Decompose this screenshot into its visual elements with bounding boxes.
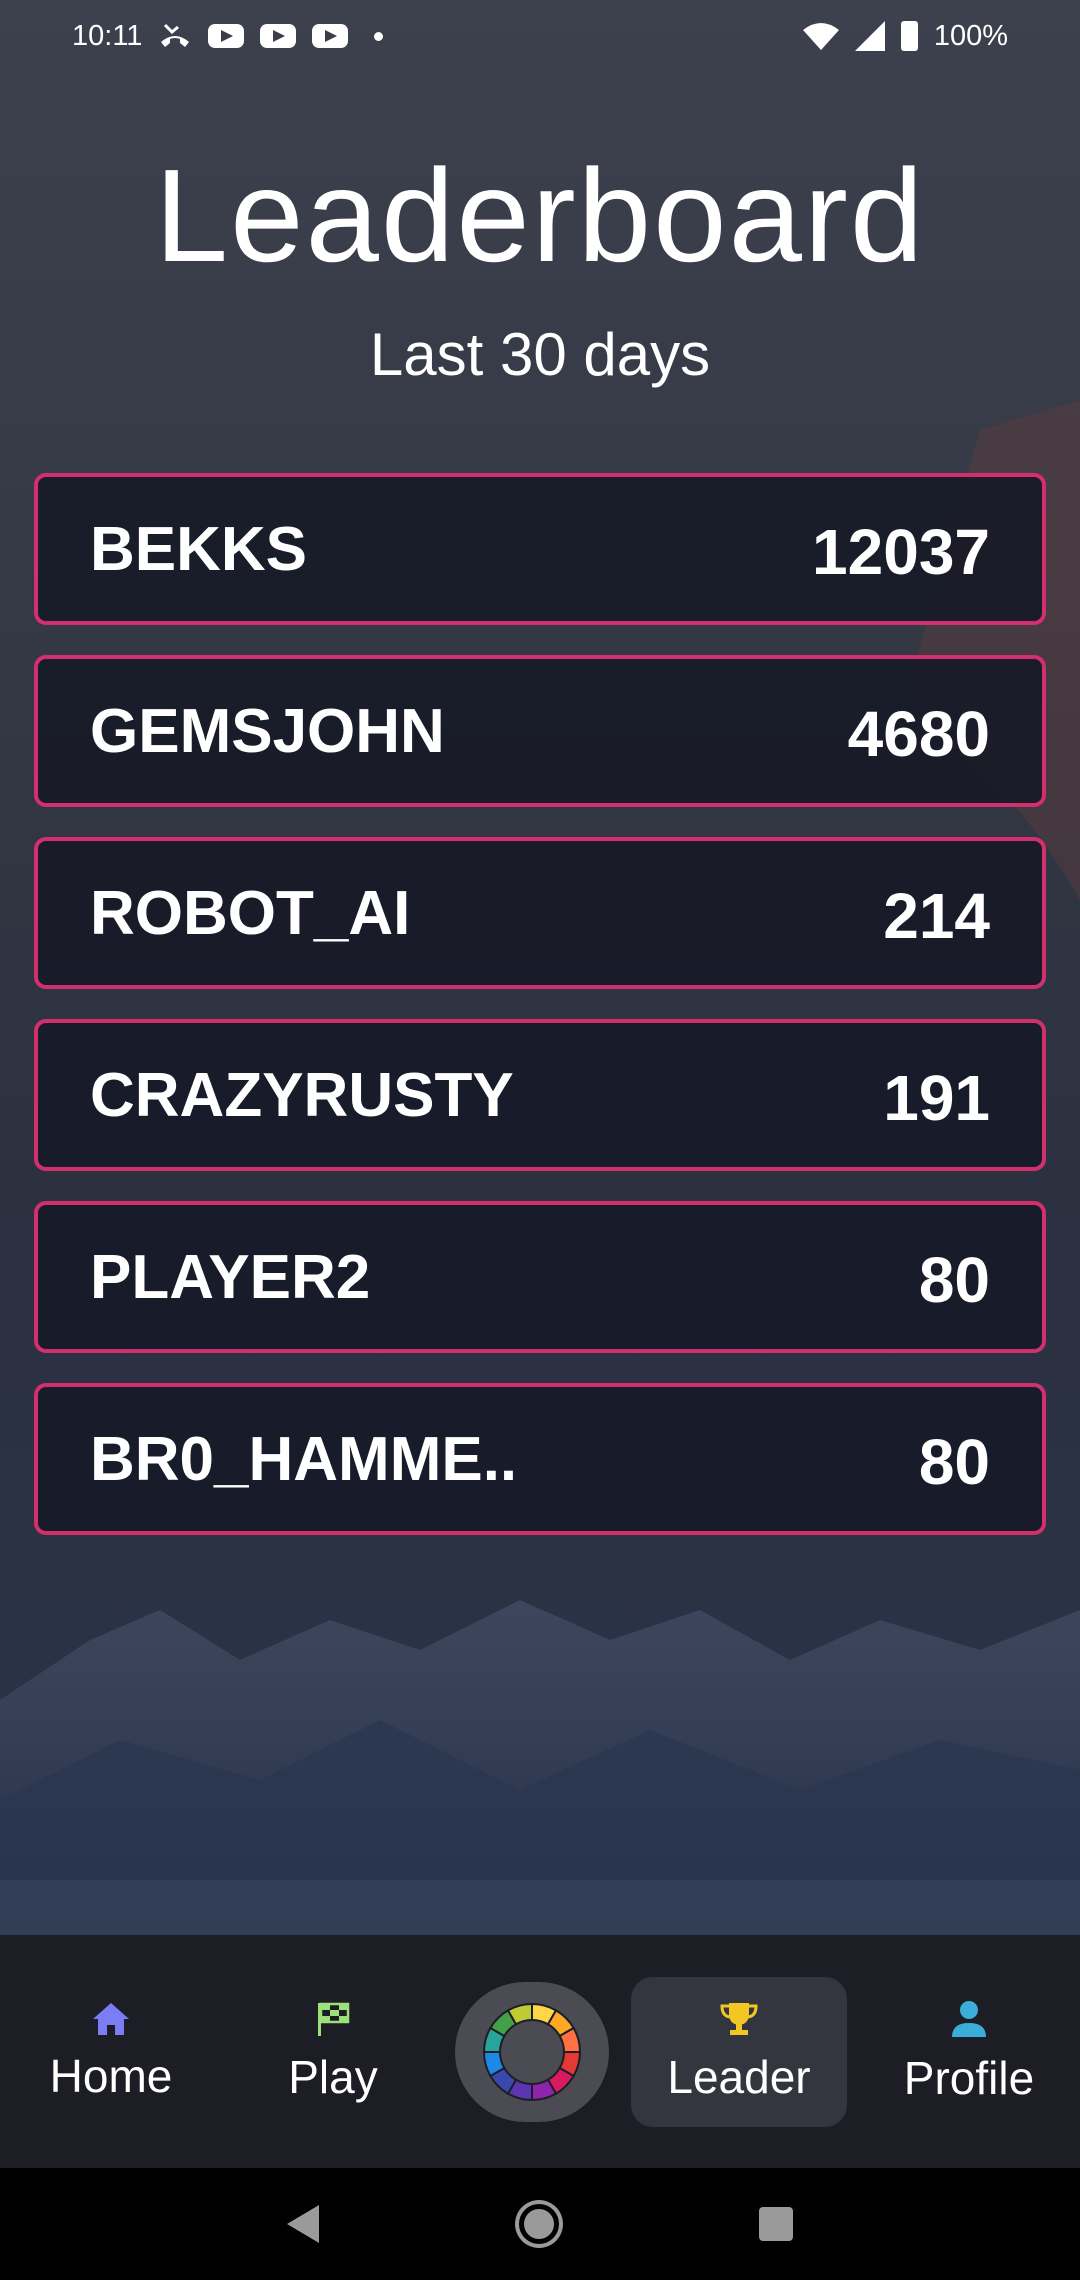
youtube-icon — [260, 24, 297, 48]
player-score: 80 — [918, 1244, 990, 1316]
leaderboard-row[interactable]: GEMSJOHN 4680 — [34, 655, 1046, 807]
nav-play[interactable]: Play — [233, 1977, 433, 2127]
recents-icon[interactable] — [759, 2207, 793, 2241]
player-name: BEKKS — [90, 514, 308, 584]
status-bar: 10:11 100% — [0, 0, 1080, 72]
leaderboard-list: BEKKS 12037 GEMSJOHN 4680 ROBOT_AI 214 C… — [34, 473, 1046, 1565]
nav-home[interactable]: Home — [11, 1977, 211, 2127]
nav-profile-label: Profile — [903, 2051, 1035, 2104]
battery-percent: 100% — [933, 19, 1008, 52]
bottom-navigation: Home Play Leader Profile — [0, 1935, 1080, 2168]
player-name: BR0_HAMME.. — [90, 1424, 518, 1494]
youtube-icon — [312, 24, 349, 48]
status-time: 10:11 — [72, 19, 143, 52]
missed-call-icon — [161, 23, 190, 47]
checkered-flag-icon — [318, 2002, 350, 2036]
trophy-icon — [720, 2002, 758, 2035]
player-name: PLAYER2 — [90, 1242, 371, 1312]
leaderboard-row[interactable]: BR0_HAMME.. 80 — [34, 1383, 1046, 1535]
nav-leader-label: Leader — [667, 2050, 811, 2103]
leaderboard-row[interactable]: CRAZYRUSTY 191 — [34, 1019, 1046, 1171]
status-left: 10:11 — [72, 19, 384, 53]
player-name: GEMSJOHN — [90, 696, 445, 766]
player-score: 191 — [883, 1062, 990, 1134]
battery-charging-icon — [900, 21, 918, 51]
color-wheel-icon — [482, 2002, 582, 2101]
wifi-icon — [802, 23, 839, 50]
player-score: 214 — [883, 880, 990, 952]
cell-signal-icon — [854, 21, 885, 51]
nav-home-label: Home — [49, 2049, 173, 2102]
back-icon[interactable] — [287, 2205, 319, 2243]
page-title: Leaderboard — [154, 142, 926, 289]
player-name: ROBOT_AI — [90, 878, 411, 948]
page-subtitle: Last 30 days — [369, 321, 711, 388]
leaderboard-row[interactable]: PLAYER2 80 — [34, 1201, 1046, 1353]
home-button-icon[interactable] — [519, 2204, 559, 2244]
player-score: 80 — [918, 1426, 990, 1498]
leaderboard-row[interactable]: ROBOT_AI 214 — [34, 837, 1046, 989]
player-score: 12037 — [812, 516, 990, 588]
status-right: 100% — [802, 19, 1008, 53]
home-icon — [93, 2002, 129, 2035]
leaderboard-row[interactable]: BEKKS 12037 — [34, 473, 1046, 625]
youtube-icon — [208, 24, 245, 48]
nav-play-label: Play — [288, 2050, 378, 2103]
person-icon — [952, 2000, 986, 2037]
system-navigation-bar — [0, 2168, 1080, 2280]
nav-leader[interactable]: Leader — [631, 1976, 847, 2127]
player-score: 4680 — [847, 698, 990, 770]
notification-dot-icon — [374, 31, 384, 41]
nav-profile[interactable]: Profile — [869, 1977, 1069, 2127]
color-wheel-button[interactable] — [455, 1981, 609, 2122]
player-name: CRAZYRUSTY — [90, 1060, 514, 1130]
